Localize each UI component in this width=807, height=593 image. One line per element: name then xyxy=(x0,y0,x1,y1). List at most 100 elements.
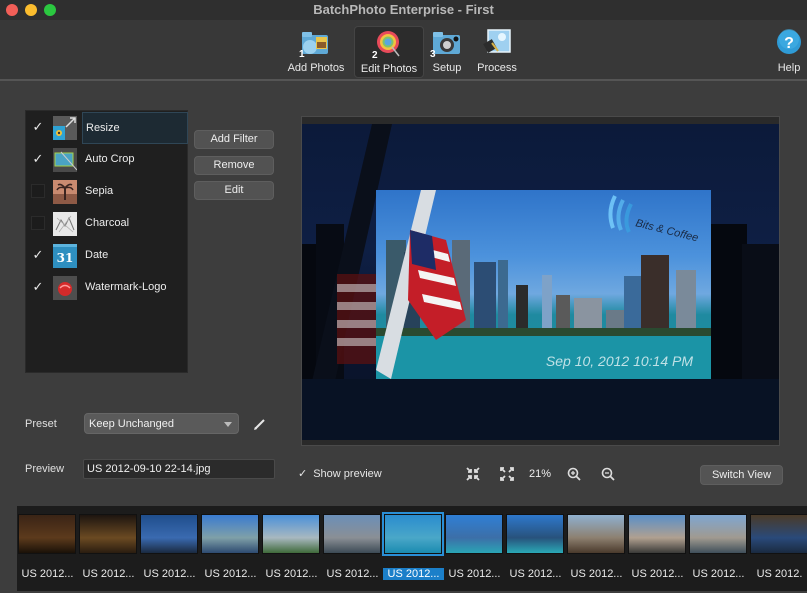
help-label: Help xyxy=(777,62,801,74)
watermark-logo: Bits & Coffee xyxy=(605,194,705,250)
photo-thumbnail-label[interactable]: US 2012... xyxy=(322,568,383,580)
filter-label: Charcoal xyxy=(85,217,130,229)
preset-value: Keep Unchanged xyxy=(89,418,175,430)
chevron-down-icon xyxy=(224,422,232,427)
filter-checkbox[interactable]: ✓ xyxy=(31,248,45,262)
add-photos-button[interactable]: 1 Add Photos xyxy=(284,26,348,78)
app-window: BatchPhoto Enterprise - First 1 Add Phot… xyxy=(0,0,807,593)
photo-thumbnail[interactable] xyxy=(445,514,503,554)
edit-photos-label: Edit Photos xyxy=(360,63,418,75)
photo-thumbnail-label[interactable]: US 2012... xyxy=(627,568,688,580)
photo-thumbnail[interactable] xyxy=(382,512,444,556)
filter-checkbox[interactable]: ✓ xyxy=(31,280,45,294)
edit-photos-icon: 2 xyxy=(372,30,404,61)
add-photos-label: Add Photos xyxy=(287,62,345,74)
photo-thumbnail-label[interactable]: US 2012... xyxy=(566,568,627,580)
step-number: 3 xyxy=(430,49,436,60)
photo-thumbnail-label[interactable]: US 2012... xyxy=(139,568,200,580)
sepia-icon xyxy=(53,180,77,204)
photo-thumbnail-label[interactable]: US 2012... xyxy=(688,568,749,580)
window-title: BatchPhoto Enterprise - First xyxy=(313,2,494,17)
svg-text:31: 31 xyxy=(57,251,74,265)
svg-text:?: ? xyxy=(784,35,794,52)
photo-thumbnail[interactable] xyxy=(689,514,747,554)
filter-label: Watermark-Logo xyxy=(85,281,167,293)
photo-thumbnail-label[interactable]: US 2012... xyxy=(505,568,566,580)
photo-thumbnail[interactable] xyxy=(201,514,259,554)
step-number: 1 xyxy=(299,49,305,60)
photo-thumbnail[interactable] xyxy=(262,514,320,554)
filter-item-charcoal[interactable]: Charcoal xyxy=(26,208,189,240)
preset-dropdown[interactable]: Keep Unchanged xyxy=(84,413,239,434)
photo-thumbnail-label[interactable]: US 2012... xyxy=(261,568,322,580)
filter-label: Sepia xyxy=(85,185,114,197)
photo-thumbnail[interactable] xyxy=(140,514,198,554)
date-stamp: Sep 10, 2012 10:14 PM xyxy=(545,353,693,369)
edit-photos-button[interactable]: 2 Edit Photos xyxy=(354,26,424,78)
auto-crop-icon xyxy=(53,148,78,172)
zoom-out-icon[interactable] xyxy=(601,467,615,481)
preview-canvas[interactable]: Bits & Coffee Sep 10, 2012 10:14 PM xyxy=(301,116,780,446)
photo-thumbnail[interactable] xyxy=(628,514,686,554)
help-icon: ? xyxy=(774,29,804,57)
photo-thumbnail-label[interactable]: US 2012... xyxy=(383,568,444,580)
filter-checkbox[interactable]: ✓ xyxy=(31,152,45,166)
checkmark-icon: ✓ xyxy=(298,468,308,480)
toolbar: 1 Add Photos 2 Edit Photos 3 Setup Proce… xyxy=(0,20,807,81)
edited-photo: Bits & Coffee Sep 10, 2012 10:14 PM xyxy=(376,190,711,379)
step-number: 2 xyxy=(372,50,378,61)
filter-list: ✓ Resize ✓ Auto Crop Sepia Charcoal ✓ 31… xyxy=(25,110,188,373)
add-photos-icon: 1 xyxy=(299,29,331,60)
remove-filter-button[interactable]: Remove xyxy=(194,156,274,175)
charcoal-icon xyxy=(53,212,77,236)
preview-file-field[interactable]: US 2012-09-10 22-14.jpg xyxy=(83,459,275,479)
process-button[interactable]: Process xyxy=(472,26,522,78)
watermark-logo-icon xyxy=(53,276,77,300)
filter-checkbox[interactable]: ✓ xyxy=(31,120,45,134)
actual-size-icon[interactable] xyxy=(500,467,514,481)
switch-view-button[interactable]: Switch View xyxy=(700,465,783,485)
filter-label: Date xyxy=(85,249,109,261)
preview-file-value: US 2012-09-10 22-14.jpg xyxy=(87,463,211,475)
photo-thumbnail-label[interactable]: US 2012... xyxy=(444,568,505,580)
fit-to-window-icon[interactable] xyxy=(466,467,480,481)
process-label: Process xyxy=(477,62,517,74)
pencil-icon[interactable] xyxy=(252,416,268,432)
photo-thumbnail[interactable] xyxy=(18,514,76,554)
photo-thumbnail-label[interactable]: US 2012. xyxy=(749,568,807,580)
setup-label: Setup xyxy=(432,62,462,74)
photo-thumbnail-label[interactable]: US 2012... xyxy=(200,568,261,580)
setup-icon: 3 xyxy=(430,29,462,60)
filter-label: Resize xyxy=(86,122,120,134)
photo-thumbnail[interactable] xyxy=(750,514,807,554)
photo-thumbnail[interactable] xyxy=(567,514,625,554)
filter-checkbox[interactable] xyxy=(31,184,45,198)
show-preview-checkbox[interactable]: ✓ Show preview xyxy=(298,467,382,480)
zoom-in-icon[interactable] xyxy=(567,467,581,481)
filter-checkbox[interactable] xyxy=(31,216,45,230)
filter-item-auto-crop[interactable]: ✓ Auto Crop xyxy=(26,144,189,176)
filter-item-date[interactable]: ✓ 31 Date xyxy=(26,240,189,272)
filter-item-resize[interactable]: ✓ Resize xyxy=(26,112,189,144)
photo-thumbnail[interactable] xyxy=(506,514,564,554)
show-preview-label: Show preview xyxy=(313,468,382,480)
filmstrip[interactable]: US 2012... US 2012... US 2012... US 2012...… xyxy=(17,506,807,591)
zoom-percent: 21% xyxy=(529,468,552,480)
process-icon xyxy=(482,29,512,57)
photo-thumbnail[interactable] xyxy=(323,514,381,554)
preset-label: Preset xyxy=(25,418,57,430)
filter-item-sepia[interactable]: Sepia xyxy=(26,176,189,208)
preview-label: Preview xyxy=(25,463,65,475)
title-bar: BatchPhoto Enterprise - First xyxy=(0,0,807,20)
photo-thumbnail-label[interactable]: US 2012... xyxy=(17,568,78,580)
add-filter-button[interactable]: Add Filter xyxy=(194,130,274,149)
photo-thumbnail[interactable] xyxy=(79,514,137,554)
setup-button[interactable]: 3 Setup xyxy=(428,26,466,78)
resize-icon xyxy=(53,116,77,140)
edit-filter-button[interactable]: Edit xyxy=(194,181,274,200)
filter-label: Auto Crop xyxy=(85,153,135,165)
help-button[interactable]: ? Help xyxy=(772,26,806,78)
filter-item-watermark-logo[interactable]: ✓ Watermark-Logo xyxy=(26,272,189,304)
date-icon: 31 xyxy=(53,244,77,268)
photo-thumbnail-label[interactable]: US 2012... xyxy=(78,568,139,580)
